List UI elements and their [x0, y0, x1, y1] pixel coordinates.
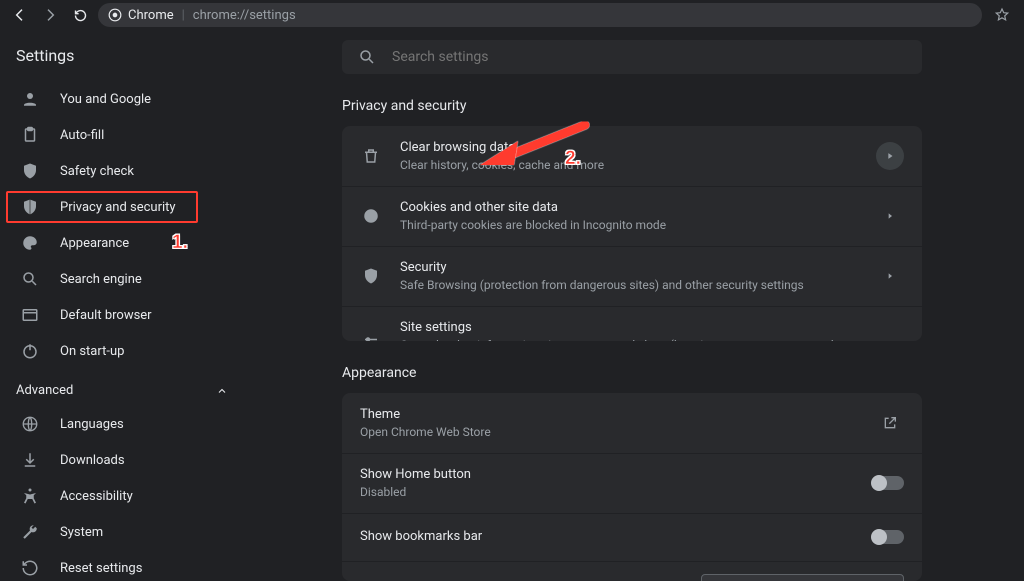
row-cookies[interactable]: Cookies and other site data Third-party …: [342, 186, 922, 246]
search-icon: [358, 48, 376, 66]
row-font-size[interactable]: Font size Medium (Recommended): [342, 561, 922, 581]
globe-icon: [20, 415, 40, 433]
row-sub: Safe Browsing (protection from dangerous…: [400, 277, 858, 293]
sidebar-item-search-engine[interactable]: Search engine: [0, 261, 260, 297]
row-sub: Disabled: [360, 484, 854, 500]
forward-button[interactable]: [38, 3, 62, 27]
palette-icon: [20, 234, 40, 252]
sidebar-item-autofill[interactable]: Auto-fill: [0, 117, 260, 153]
row-title: Security: [400, 259, 858, 277]
sidebar-item-default-browser[interactable]: Default browser: [0, 297, 260, 333]
sidebar-item-downloads[interactable]: Downloads: [0, 442, 260, 478]
sidebar-item-label: Accessibility: [60, 489, 133, 504]
person-icon: [20, 90, 40, 108]
row-bookmarks-bar[interactable]: Show bookmarks bar: [342, 513, 922, 561]
row-sub: Clear history, cookies, cache and more: [400, 157, 858, 173]
browser-toolbar: Chrome | chrome://settings: [0, 0, 1024, 30]
sidebar-item-label: Reset settings: [60, 561, 142, 576]
page-title: Settings: [0, 46, 260, 81]
power-icon: [20, 342, 40, 360]
font-size-select[interactable]: Medium (Recommended): [701, 574, 904, 581]
address-bar[interactable]: Chrome | chrome://settings: [98, 3, 982, 27]
shield-check-icon: [20, 162, 40, 180]
sidebar-item-label: Appearance: [60, 236, 129, 251]
section-title-appearance: Appearance: [342, 365, 922, 381]
clipboard-icon: [20, 126, 40, 144]
shield-icon: [20, 198, 40, 216]
row-sub: Open Chrome Web Store: [360, 424, 858, 440]
row-sub: Third-party cookies are blocked in Incog…: [400, 217, 858, 233]
sidebar-item-label: System: [60, 525, 103, 540]
chevron-right-icon: [876, 338, 904, 341]
row-clear-browsing-data[interactable]: Clear browsing data Clear history, cooki…: [342, 126, 922, 186]
external-link-icon: [876, 415, 904, 431]
shield-icon: [360, 267, 382, 285]
sidebar-item-label: On start-up: [60, 344, 124, 359]
chevron-up-icon: [216, 385, 228, 397]
sidebar-item-safety-check[interactable]: Safety check: [0, 153, 260, 189]
sidebar-item-label: Privacy and security: [60, 200, 176, 215]
sidebar-item-label: Auto-fill: [60, 128, 104, 143]
sidebar-item-reset[interactable]: Reset settings: [0, 550, 260, 581]
download-icon: [20, 451, 40, 469]
row-site-settings[interactable]: Site settings Controls what information …: [342, 306, 922, 341]
sliders-icon: [360, 335, 382, 341]
row-sub: Controls what information sites can use …: [400, 337, 858, 341]
row-security[interactable]: Security Safe Browsing (protection from …: [342, 246, 922, 306]
row-home-button[interactable]: Show Home button Disabled: [342, 453, 922, 513]
advanced-label: Advanced: [16, 383, 73, 398]
sidebar-item-accessibility[interactable]: Accessibility: [0, 478, 260, 514]
wrench-icon: [20, 523, 40, 541]
main-content: Privacy and security Clear browsing data…: [260, 30, 1024, 581]
sidebar-advanced-toggle[interactable]: Advanced: [0, 375, 260, 406]
row-title: Show Home button: [360, 466, 854, 484]
row-title: Clear browsing data: [400, 139, 858, 157]
sidebar-item-system[interactable]: System: [0, 514, 260, 550]
sidebar-item-label: Default browser: [60, 308, 152, 323]
privacy-card: Clear browsing data Clear history, cooki…: [342, 126, 922, 341]
row-theme[interactable]: Theme Open Chrome Web Store: [342, 393, 922, 453]
row-title: Theme: [360, 406, 858, 424]
sidebar-item-label: Safety check: [60, 164, 134, 179]
chrome-icon: [108, 8, 122, 22]
appearance-card: Theme Open Chrome Web Store Show Home bu…: [342, 393, 922, 581]
row-title: Site settings: [400, 319, 858, 337]
back-button[interactable]: [8, 3, 32, 27]
restore-icon: [20, 559, 40, 577]
sidebar-item-label: Search engine: [60, 272, 142, 287]
sidebar-item-languages[interactable]: Languages: [0, 406, 260, 442]
trash-icon: [360, 147, 382, 165]
sidebar: Settings You and Google Auto-fill Safety…: [0, 30, 260, 581]
sidebar-item-privacy-security[interactable]: Privacy and security: [0, 189, 260, 225]
sidebar-item-label: You and Google: [60, 92, 151, 107]
settings-search[interactable]: [342, 40, 922, 74]
omnibox-browser-label: Chrome: [128, 8, 174, 23]
home-button-toggle[interactable]: [872, 476, 904, 490]
chevron-right-icon: [876, 142, 904, 170]
section-title-privacy: Privacy and security: [342, 98, 922, 114]
sidebar-item-label: Languages: [60, 417, 124, 432]
sidebar-item-label: Downloads: [60, 453, 125, 468]
bookmark-star-icon[interactable]: [988, 7, 1016, 23]
reload-button[interactable]: [68, 3, 92, 27]
chevron-right-icon: [876, 210, 904, 222]
sidebar-item-you-and-google[interactable]: You and Google: [0, 81, 260, 117]
bookmarks-bar-toggle[interactable]: [872, 530, 904, 544]
settings-search-input[interactable]: [390, 48, 906, 66]
sidebar-item-on-startup[interactable]: On start-up: [0, 333, 260, 369]
accessibility-icon: [20, 487, 40, 505]
omnibox-url: chrome://settings: [193, 8, 296, 23]
row-title: Show bookmarks bar: [360, 528, 854, 546]
sidebar-item-appearance[interactable]: Appearance: [0, 225, 260, 261]
chevron-right-icon: [876, 270, 904, 282]
row-title: Cookies and other site data: [400, 199, 858, 217]
search-icon: [20, 270, 40, 288]
browser-icon: [20, 306, 40, 324]
cookie-icon: [360, 207, 382, 225]
